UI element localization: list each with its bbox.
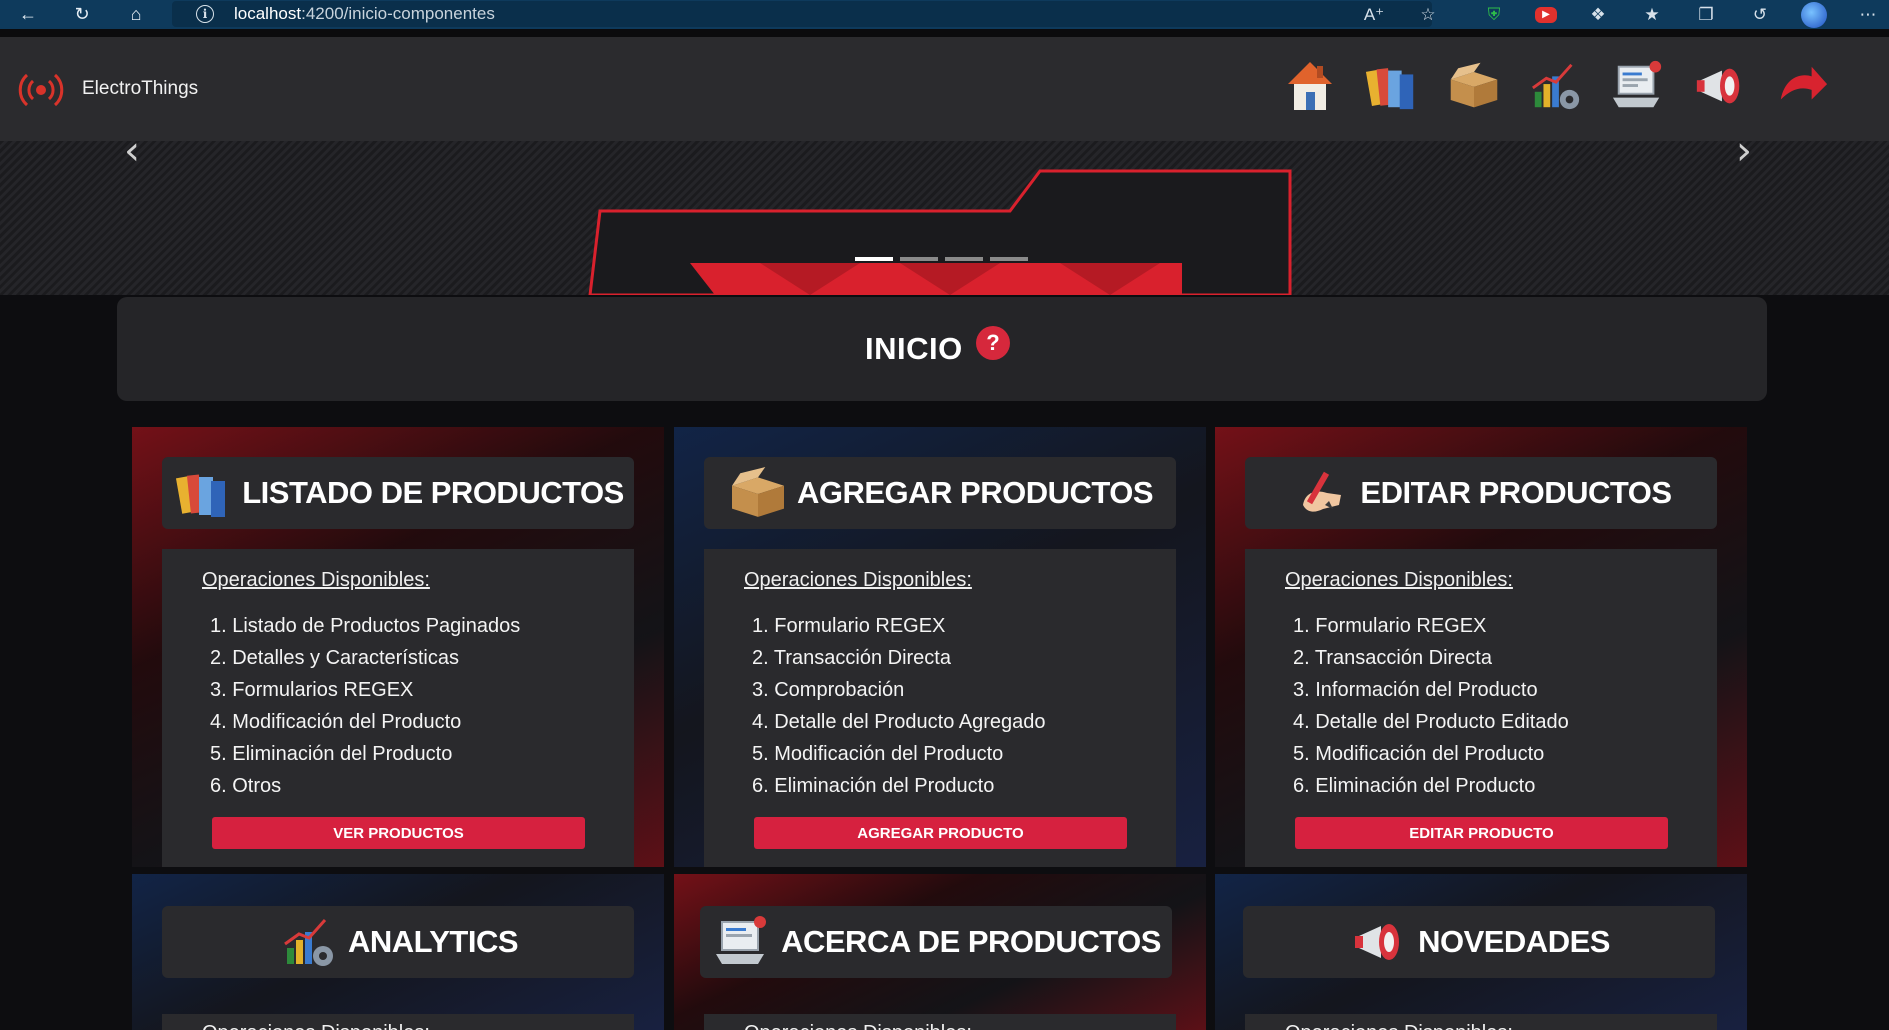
carousel-indicator[interactable]: [990, 257, 1028, 261]
card-header: ACERCA DE PRODUCTOS: [700, 906, 1172, 978]
list-item: 1. Formulario REGEX: [1293, 615, 1487, 637]
edit-hand-icon: [1290, 464, 1352, 522]
list-item: 2. Transacción Directa: [752, 647, 951, 669]
site-info-icon[interactable]: i: [196, 5, 214, 23]
card-novedades: NOVEDADES Operaciones Disponibles:: [1215, 874, 1747, 1030]
card-body: Operaciones Disponibles:: [162, 1014, 634, 1030]
list-item: 2. Detalles y Características: [210, 647, 459, 669]
list-item: 4. Modificación del Producto: [210, 711, 462, 733]
extensions-icon[interactable]: ❖: [1585, 4, 1611, 26]
card-title: NOVEDADES: [1418, 924, 1610, 959]
card-acerca-productos: ACERCA DE PRODUCTOS Operaciones Disponib…: [674, 874, 1206, 1030]
home-icon[interactable]: ⌂: [122, 1, 150, 29]
card-title: ANALYTICS: [347, 924, 519, 959]
card-listado-productos: LISTADO DE PRODUCTOS Operaciones Disponi…: [132, 427, 664, 867]
card-title: LISTADO DE PRODUCTOS: [242, 475, 624, 510]
editar-producto-button[interactable]: EDITAR PRODUCTO: [1295, 817, 1668, 849]
list-item: 6. Eliminación del Producto: [1293, 775, 1536, 797]
card-body: Operaciones Disponibles: 1. Listado de P…: [162, 549, 634, 867]
history-icon[interactable]: ↺: [1747, 4, 1773, 26]
app-header: ElectroThings: [0, 37, 1889, 141]
page-title: INICIO: [865, 331, 963, 366]
ops-list: 1. Formulario REGEX 2. Transacción Direc…: [1293, 610, 1569, 802]
help-icon[interactable]: ?: [976, 326, 1010, 360]
list-item: 4. Detalle del Producto Agregado: [752, 711, 1046, 733]
card-analytics: ANALYTICS Operaciones Disponibles:: [132, 874, 664, 1030]
refresh-icon[interactable]: ↻: [68, 1, 96, 29]
card-header: ANALYTICS: [162, 906, 634, 978]
books-icon: [172, 464, 234, 522]
card-title: AGREGAR PRODUCTOS: [796, 475, 1154, 510]
laptop-icon[interactable]: [1611, 57, 1665, 115]
box-icon: [727, 464, 789, 522]
card-header: LISTADO DE PRODUCTOS: [162, 457, 634, 529]
laptop-icon: [711, 913, 773, 971]
carousel-next-icon[interactable]: ›: [1736, 131, 1752, 171]
browser-toolbar: ← ↻ ⌂ i localhost:4200/inicio-componente…: [0, 0, 1889, 29]
video-extension-icon[interactable]: ▶: [1535, 6, 1557, 23]
analytics-icon: [278, 913, 340, 971]
profile-avatar[interactable]: [1801, 1, 1827, 28]
read-aloud-icon[interactable]: A⁺: [1361, 4, 1387, 26]
address-bar[interactable]: i localhost:4200/inicio-componentes: [172, 1, 1432, 27]
back-icon[interactable]: ←: [14, 1, 42, 29]
books-icon[interactable]: [1365, 57, 1419, 115]
list-item: 6. Eliminación del Producto: [752, 775, 995, 797]
ops-title: Operaciones Disponibles:: [1285, 569, 1513, 591]
list-item: 5. Modificación del Producto: [752, 743, 1004, 765]
ops-list: 1. Listado de Productos Paginados 2. Det…: [210, 610, 520, 802]
card-header: EDITAR PRODUCTOS: [1245, 457, 1717, 529]
list-item: 5. Modificación del Producto: [1293, 743, 1545, 765]
megaphone-icon[interactable]: [1693, 57, 1747, 115]
card-body: Operaciones Disponibles:: [704, 1014, 1176, 1030]
ops-title: Operaciones Disponibles:: [1285, 1022, 1513, 1030]
radio-signal-logo-icon[interactable]: [16, 70, 66, 110]
card-header: AGREGAR PRODUCTOS: [704, 457, 1176, 529]
megaphone-icon: [1348, 913, 1410, 971]
list-item: 1. Formulario REGEX: [752, 615, 946, 637]
favorite-add-icon[interactable]: ☆: [1415, 4, 1441, 26]
list-item: 3. Comprobación: [752, 679, 905, 701]
card-title: ACERCA DE PRODUCTOS: [781, 924, 1161, 959]
carousel-slide-image: [588, 169, 1292, 295]
carousel-indicator[interactable]: [900, 257, 938, 261]
shield-extension-icon[interactable]: ⛨: [1481, 4, 1507, 26]
ops-title: Operaciones Disponibles:: [744, 569, 972, 591]
hero-carousel: [0, 141, 1889, 295]
card-body: Operaciones Disponibles: 1. Formulario R…: [704, 549, 1176, 867]
card-agregar-productos: AGREGAR PRODUCTOS Operaciones Disponible…: [674, 427, 1206, 867]
carousel-indicators: [855, 257, 1028, 261]
list-item: 5. Eliminación del Producto: [210, 743, 453, 765]
more-menu-icon[interactable]: ⋯: [1855, 4, 1881, 26]
ops-title: Operaciones Disponibles:: [202, 569, 430, 591]
url-text[interactable]: localhost:4200/inicio-componentes: [234, 4, 495, 24]
house-icon[interactable]: [1283, 57, 1337, 115]
logout-arrow-icon[interactable]: [1775, 57, 1829, 115]
list-item: 1. Listado de Productos Paginados: [210, 615, 521, 637]
favorites-icon[interactable]: ★: [1639, 4, 1665, 26]
card-header: NOVEDADES: [1243, 906, 1715, 978]
brand-name[interactable]: ElectroThings: [82, 78, 198, 100]
ops-title: Operaciones Disponibles:: [202, 1022, 430, 1030]
card-title: EDITAR PRODUCTOS: [1360, 475, 1672, 510]
box-icon[interactable]: [1447, 57, 1501, 115]
analytics-icon[interactable]: [1529, 57, 1583, 115]
list-item: 2. Transacción Directa: [1293, 647, 1492, 669]
ver-productos-button[interactable]: VER PRODUCTOS: [212, 817, 585, 849]
list-item: 6. Otros: [210, 775, 282, 797]
collections-icon[interactable]: ❐: [1693, 4, 1719, 26]
agregar-producto-button[interactable]: AGREGAR PRODUCTO: [754, 817, 1127, 849]
ops-title: Operaciones Disponibles:: [744, 1022, 972, 1030]
carousel-indicator[interactable]: [855, 257, 893, 261]
carousel-indicator[interactable]: [945, 257, 983, 261]
list-item: 3. Información del Producto: [1293, 679, 1538, 701]
card-body: Operaciones Disponibles:: [1245, 1014, 1717, 1030]
list-item: 4. Detalle del Producto Editado: [1293, 711, 1569, 733]
carousel-prev-icon[interactable]: ‹: [124, 131, 140, 171]
list-item: 3. Formularios REGEX: [210, 679, 414, 701]
card-body: Operaciones Disponibles: 1. Formulario R…: [1245, 549, 1717, 867]
card-editar-productos: EDITAR PRODUCTOS Operaciones Disponibles…: [1215, 427, 1747, 867]
ops-list: 1. Formulario REGEX 2. Transacción Direc…: [752, 610, 1046, 802]
